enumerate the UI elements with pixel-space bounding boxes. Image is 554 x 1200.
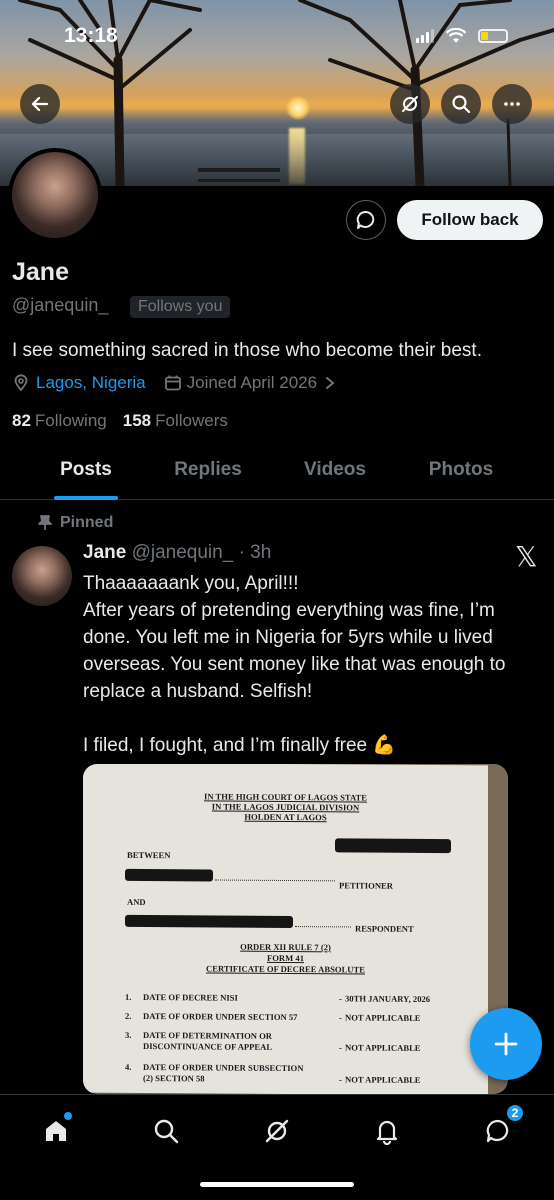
doc-row-label: DATE OF ORDER UNDER SUBSECTION	[143, 1062, 304, 1074]
profile-meta: Lagos, Nigeria Joined April 2026	[12, 373, 337, 393]
doc-row-value: NOT APPLICABLE	[345, 1012, 421, 1023]
doc-row-label: DATE OF DETERMINATION OR	[143, 1030, 272, 1041]
tweet-author-handle[interactable]: @janequin_	[132, 542, 234, 563]
followers-link[interactable]: 158 Followers	[123, 411, 228, 431]
follows-you-badge: Follows you	[130, 296, 231, 318]
tweet-media-image[interactable]: IN THE HIGH COURT OF LAGOS STATE IN THE …	[83, 764, 508, 1094]
grok-icon	[402, 96, 418, 112]
status-icons	[416, 28, 508, 44]
dotted-line	[295, 926, 351, 928]
tweet-text: Thaaaaaaank you, April!!! After years of…	[83, 573, 506, 756]
court-document: IN THE HIGH COURT OF LAGOS STATE IN THE …	[83, 764, 488, 1094]
following-link[interactable]: 82 Following	[12, 411, 107, 431]
doc-row-value: NOT APPLICABLE	[345, 1074, 421, 1085]
doc-row-num: 1.	[125, 991, 132, 1002]
tweet-author-name[interactable]: Jane	[83, 542, 126, 563]
doc-row-label2: DISCONTINUANCE OF APPEAL	[143, 1041, 273, 1052]
tweet-header: Jane @janequin_ · 3h	[83, 542, 271, 564]
tweet-avatar[interactable]	[12, 546, 72, 606]
tab-videos[interactable]: Videos	[262, 440, 408, 500]
grok-button[interactable]	[390, 84, 430, 124]
following-count: 82	[12, 411, 31, 430]
search-icon	[452, 95, 471, 114]
battery-icon	[478, 29, 508, 43]
pinned-label: Pinned	[60, 514, 114, 531]
home-icon	[46, 1121, 66, 1141]
doc-row-num: 3.	[125, 1029, 132, 1040]
nav-search[interactable]	[146, 1111, 186, 1151]
nav-home[interactable]	[36, 1111, 76, 1151]
doc-petitioner: PETITIONER	[339, 880, 393, 891]
message-button[interactable]	[346, 200, 386, 240]
profile-counts: 82 Following 158 Followers	[12, 411, 228, 431]
search-icon	[154, 1119, 179, 1144]
tweet-time: · 3h	[238, 542, 272, 563]
more-dots-icon	[504, 102, 520, 106]
profile-name: Jane	[12, 258, 69, 286]
chat-bubble-icon	[486, 1119, 509, 1143]
profile-avatar[interactable]	[8, 148, 102, 242]
chevron-right-icon[interactable]	[323, 375, 337, 391]
doc-row-num: 2.	[125, 1010, 132, 1021]
doc-row-value: NOT APPLICABLE	[345, 1042, 421, 1053]
cellular-signal-icon	[416, 29, 434, 43]
home-indicator	[200, 1182, 354, 1187]
doc-and: AND	[127, 896, 146, 908]
pin-icon	[38, 515, 52, 530]
doc-respondent: RESPONDENT	[355, 923, 414, 934]
following-label: Following	[34, 411, 107, 430]
redaction-bar	[125, 914, 293, 929]
nav-messages[interactable]: 2	[478, 1104, 524, 1151]
doc-between: BETWEEN	[127, 849, 171, 861]
redaction-bar	[335, 838, 451, 854]
doc-court-line3: HOLDEN AT LAGOS	[244, 811, 327, 823]
redaction-bar	[125, 868, 213, 882]
wifi-icon	[446, 28, 466, 43]
doc-row-num: 4.	[125, 1061, 132, 1072]
profile-joined: Joined April 2026	[186, 373, 318, 392]
follow-back-button[interactable]: Follow back	[397, 200, 543, 240]
back-arrow-icon	[31, 96, 49, 112]
profile-bio: I see something sacred in those who beco…	[12, 340, 482, 361]
doc-row-value: 30TH JANUARY, 2026	[345, 993, 431, 1005]
messages-badge: 2	[506, 1104, 524, 1122]
doc-certificate: CERTIFICATE OF DECREE ABSOLUTE	[206, 963, 365, 975]
search-button[interactable]	[441, 84, 481, 124]
chat-bubble-icon	[356, 210, 375, 229]
followers-count: 158	[122, 411, 152, 430]
more-options-button[interactable]	[492, 84, 532, 124]
doc-row-label2: (2) SECTION 58	[143, 1073, 205, 1084]
pinned-indicator: Pinned	[38, 514, 114, 532]
nav-notifications[interactable]	[367, 1111, 407, 1151]
plus-icon	[494, 1032, 518, 1056]
dotted-line	[215, 879, 335, 882]
home-notification-dot	[64, 1112, 72, 1120]
calendar-icon	[164, 375, 181, 391]
profile-tabs: Posts Replies Videos Photos	[0, 440, 554, 500]
back-button[interactable]	[20, 84, 60, 124]
status-time: 13:18	[64, 24, 118, 47]
tab-photos[interactable]: Photos	[388, 440, 534, 500]
bell-icon	[376, 1120, 398, 1145]
compose-button[interactable]	[470, 1008, 542, 1080]
nav-grok[interactable]	[257, 1111, 297, 1151]
doc-row-label: DATE OF ORDER UNDER SECTION 57	[143, 1011, 298, 1023]
x-logo-icon: 𝕏	[515, 540, 538, 573]
location-pin-icon	[14, 374, 28, 392]
doc-row-label: DATE OF DECREE NISI	[143, 992, 238, 1003]
grok-icon	[265, 1119, 289, 1143]
profile-handle: @janequin_	[12, 295, 109, 315]
followers-label: Followers	[155, 411, 228, 430]
profile-location[interactable]: Lagos, Nigeria	[36, 373, 146, 393]
